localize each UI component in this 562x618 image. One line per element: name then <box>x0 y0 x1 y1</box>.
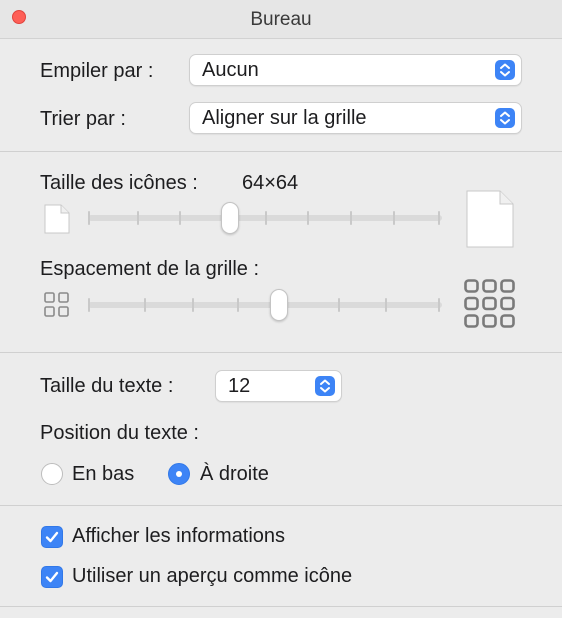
text-size-label: Taille du texte : <box>40 375 174 397</box>
slider-tick <box>192 298 194 312</box>
stack-by-label: Empiler par : <box>40 60 154 82</box>
small-document-icon <box>44 204 70 239</box>
section-divider <box>0 606 562 607</box>
checkmark-icon <box>45 571 59 583</box>
radio-bottom[interactable] <box>41 463 63 485</box>
sort-by-value: Aligner sur la grille <box>202 107 367 129</box>
preview-icon-checkbox[interactable] <box>41 566 63 588</box>
large-grid-icon <box>464 279 516 334</box>
section-divider <box>0 352 562 353</box>
text-size-popup[interactable]: 12 <box>215 370 342 402</box>
preview-icon-label[interactable]: Utiliser un aperçu comme icône <box>72 565 352 588</box>
title-bar: Bureau <box>0 0 562 39</box>
slider-tick <box>350 211 352 225</box>
slider-tick <box>338 298 340 312</box>
radio-right-label[interactable]: À droite <box>200 463 269 486</box>
slider-tick <box>265 211 267 225</box>
chevron-updown-icon <box>315 376 335 396</box>
section-divider <box>0 151 562 152</box>
chevron-updown-icon <box>495 60 515 80</box>
small-grid-icon <box>44 292 70 323</box>
slider-tick <box>137 211 139 225</box>
slider-tick <box>385 298 387 312</box>
section-divider <box>0 505 562 506</box>
checkmark-icon <box>45 531 59 543</box>
grid-spacing-label: Espacement de la grille : <box>40 258 260 280</box>
stack-by-popup[interactable]: Aucun <box>189 54 522 86</box>
sort-by-label: Trier par : <box>40 108 126 130</box>
slider-tick <box>393 211 395 225</box>
show-info-label[interactable]: Afficher les informations <box>72 525 285 548</box>
slider-tick <box>237 298 239 312</box>
slider-tick <box>88 298 90 312</box>
window-title: Bureau <box>250 9 312 30</box>
chevron-updown-icon <box>495 108 515 128</box>
stack-by-value: Aucun <box>202 59 259 81</box>
grid-spacing-slider[interactable] <box>88 287 442 323</box>
text-position-label: Position du texte : <box>40 422 199 444</box>
slider-tick <box>144 298 146 312</box>
radio-bottom-label[interactable]: En bas <box>72 463 134 486</box>
slider-track <box>88 302 442 308</box>
icon-size-slider[interactable] <box>88 200 442 236</box>
grid-spacing-slider-knob[interactable] <box>270 289 289 321</box>
text-size-value: 12 <box>228 375 251 397</box>
slider-tick <box>88 211 90 225</box>
slider-tick <box>179 211 181 225</box>
slider-tick <box>438 211 440 225</box>
radio-right[interactable] <box>168 463 190 485</box>
slider-tick <box>307 211 309 225</box>
sort-by-popup[interactable]: Aligner sur la grille <box>189 102 522 134</box>
icon-size-label: Taille des icônes : <box>40 172 198 194</box>
large-document-icon <box>466 190 514 253</box>
icon-size-value: 64×64 <box>242 172 299 194</box>
icon-size-slider-knob[interactable] <box>220 202 239 234</box>
show-info-checkbox[interactable] <box>41 526 63 548</box>
slider-tick <box>438 298 440 312</box>
